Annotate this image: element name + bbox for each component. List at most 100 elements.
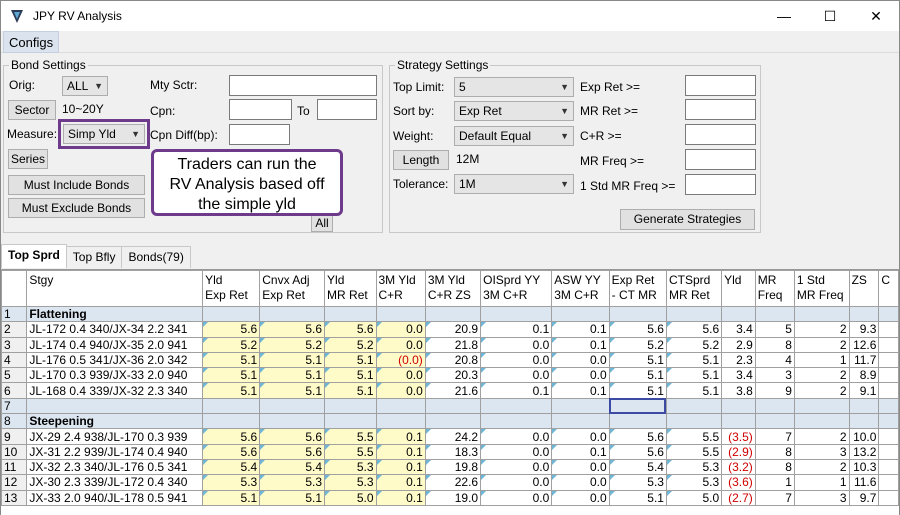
grid-cell[interactable]	[848, 305, 880, 323]
column-header[interactable]: CTSprd MR Ret	[665, 270, 723, 307]
std-mr-freq-filter-input[interactable]	[685, 174, 756, 195]
data-cell[interactable]: 0.1	[375, 489, 426, 506]
data-cell[interactable]: 0.0	[375, 367, 426, 384]
column-header[interactable]: ZS	[848, 270, 880, 307]
data-cell[interactable]: 1	[754, 474, 795, 491]
grid-cell[interactable]	[878, 474, 899, 491]
data-cell[interactable]: 2	[793, 428, 850, 445]
grid-cell[interactable]	[793, 413, 850, 430]
data-cell[interactable]: 8.9	[848, 367, 880, 384]
data-cell[interactable]: 5.3	[665, 458, 723, 476]
data-cell[interactable]: 5.1	[202, 351, 261, 369]
sort-by-dropdown[interactable]: Exp Ret ▼	[454, 101, 574, 121]
grid-cell[interactable]	[878, 336, 899, 353]
data-cell[interactable]: 5.4	[259, 458, 326, 476]
grid-cell[interactable]	[793, 305, 850, 323]
data-cell[interactable]: 5.6	[259, 321, 326, 338]
grid-cell[interactable]	[608, 413, 667, 430]
data-cell[interactable]: (3.2)	[721, 458, 756, 476]
data-cell[interactable]: 8	[754, 336, 795, 353]
data-cell[interactable]: 5.6	[608, 321, 667, 338]
menu-configs[interactable]: Configs	[3, 31, 60, 53]
grid-cell[interactable]	[202, 305, 261, 323]
data-cell[interactable]: 0.0	[480, 367, 553, 384]
grid-cell[interactable]	[665, 413, 723, 430]
data-cell[interactable]: 5.6	[259, 428, 326, 445]
strategy-cell[interactable]: JX-31 2.2 939/JL-174 0.4 940	[26, 443, 204, 460]
data-cell[interactable]: (0.0)	[375, 351, 426, 369]
row-number[interactable]: 6	[1, 382, 28, 399]
tab-top-sprd[interactable]: Top Sprd	[1, 244, 67, 268]
data-cell[interactable]: 5.3	[202, 474, 261, 491]
data-cell[interactable]: 5.1	[202, 367, 261, 384]
grid-cell[interactable]	[424, 413, 482, 430]
grid-cell[interactable]	[375, 397, 426, 415]
data-cell[interactable]: 2	[793, 382, 850, 399]
column-header[interactable]: Yld Exp Ret	[202, 270, 261, 307]
data-cell[interactable]: 10.3	[848, 458, 880, 476]
grid-cell[interactable]	[878, 443, 899, 460]
grid-cell[interactable]	[202, 397, 261, 415]
grid-cell[interactable]	[608, 305, 667, 323]
data-cell[interactable]: 5.1	[665, 382, 723, 399]
data-cell[interactable]: 0.1	[375, 474, 426, 491]
must-include-bonds-button[interactable]: Must Include Bonds	[8, 175, 145, 195]
data-cell[interactable]: 0.1	[480, 321, 553, 338]
grid-cell[interactable]	[878, 397, 899, 415]
strategy-cell[interactable]: Steepening	[26, 413, 204, 430]
grid-cell[interactable]	[551, 413, 610, 430]
data-cell[interactable]: 9.1	[848, 382, 880, 399]
grid-cell[interactable]	[665, 305, 723, 323]
data-cell[interactable]: 0.0	[480, 489, 553, 506]
grid-cell[interactable]	[878, 367, 899, 384]
row-number[interactable]: 10	[1, 443, 28, 460]
strategy-cell[interactable]: JX-32 2.3 340/JL-176 0.5 341	[26, 458, 204, 476]
row-number[interactable]: 7	[1, 397, 28, 415]
table-row[interactable]: 11 JX-32 2.3 340/JL-176 0.5 341 5.4 5.4 5.3 0…	[1, 458, 899, 476]
strategy-cell[interactable]	[26, 397, 204, 415]
grid-cell[interactable]	[878, 305, 899, 323]
table-row[interactable]: 4 JL-176 0.5 341/JX-36 2.0 342 5.1 5.1 5.1 (0…	[1, 351, 899, 369]
data-cell[interactable]: 20.9	[424, 321, 482, 338]
data-cell[interactable]: 5.0	[324, 489, 377, 506]
cr-filter-input[interactable]	[685, 124, 756, 145]
data-cell[interactable]: 3.8	[721, 382, 756, 399]
data-cell[interactable]: 11.7	[848, 351, 880, 369]
data-cell[interactable]: 0.0	[480, 428, 553, 445]
data-cell[interactable]: (2.7)	[721, 489, 756, 506]
column-header[interactable]: 3M Yld C+R ZS	[424, 270, 482, 307]
weight-dropdown[interactable]: Default Equal ▼	[454, 126, 574, 146]
strategy-cell[interactable]: JL-176 0.5 341/JX-36 2.0 342	[26, 351, 204, 369]
orig-dropdown[interactable]: ALL ▼	[62, 76, 108, 96]
data-cell[interactable]: 5.1	[259, 367, 326, 384]
cpn-to-input[interactable]	[317, 99, 377, 120]
grid-cell[interactable]	[754, 397, 795, 415]
data-cell[interactable]: 5.6	[202, 321, 261, 338]
must-exclude-bonds-button[interactable]: Must Exclude Bonds	[8, 198, 145, 218]
generate-strategies-button[interactable]: Generate Strategies	[620, 209, 755, 230]
data-cell[interactable]: 20.8	[424, 351, 482, 369]
data-cell[interactable]: 5.2	[202, 336, 261, 353]
data-cell[interactable]: 5.6	[202, 443, 261, 460]
data-cell[interactable]: 3	[754, 367, 795, 384]
row-number[interactable]: 11	[1, 458, 28, 476]
data-cell[interactable]: 7	[754, 428, 795, 445]
data-cell[interactable]: 5.1	[324, 367, 377, 384]
group-row[interactable]: 1 Flattening	[1, 305, 899, 323]
data-cell[interactable]: 20.3	[424, 367, 482, 384]
data-cell[interactable]: 5.6	[608, 443, 667, 460]
column-header[interactable]: Cnvx Adj Exp Ret	[259, 270, 326, 307]
strategy-cell[interactable]: JL-168 0.4 339/JX-32 2.3 340	[26, 382, 204, 399]
data-cell[interactable]: 5.2	[259, 336, 326, 353]
data-cell[interactable]: 5.2	[324, 336, 377, 353]
grid-cell[interactable]	[754, 413, 795, 430]
data-cell[interactable]: 12.6	[848, 336, 880, 353]
top-limit-dropdown[interactable]: 5 ▼	[454, 77, 574, 97]
data-cell[interactable]: 5.6	[608, 428, 667, 445]
strategy-cell[interactable]: Flattening	[26, 305, 204, 323]
data-cell[interactable]: 0.0	[551, 351, 610, 369]
strategy-cell[interactable]: JL-170 0.3 939/JX-33 2.0 940	[26, 367, 204, 384]
grid-cell[interactable]	[848, 413, 880, 430]
data-cell[interactable]: 7	[754, 489, 795, 506]
grid-cell[interactable]	[878, 321, 899, 338]
